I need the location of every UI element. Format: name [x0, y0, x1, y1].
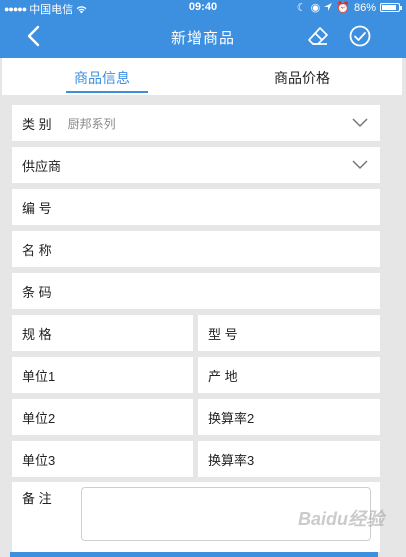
model-label: 型 号: [208, 326, 238, 342]
unit1-label: 单位1: [22, 368, 56, 384]
notes-label: 备 注: [22, 491, 52, 506]
status-right: ☾ ◉ ⏰ 86%: [296, 1, 402, 14]
rate3-label: 换算率3: [208, 452, 255, 468]
spec-field[interactable]: 规 格: [12, 315, 193, 351]
name-field[interactable]: 名 称: [12, 231, 380, 267]
lock-rotation-icon: ◉: [310, 2, 321, 14]
category-label: 类 别: [22, 116, 52, 132]
battery-level: [382, 5, 396, 10]
chevron-down-icon[interactable]: [352, 118, 368, 128]
origin-label: 产 地: [208, 368, 238, 384]
moon-icon: ☾: [296, 2, 307, 14]
product-form: 类 别 厨邦系列 供应商 编 号 名 称 条 码 规 格 型 号 单位1 产 地…: [2, 95, 402, 557]
category-field[interactable]: 类 别 厨邦系列: [12, 105, 380, 141]
unit3-field[interactable]: 单位3: [12, 441, 193, 477]
barcode-field[interactable]: 条 码: [12, 273, 380, 309]
location-icon: [324, 3, 333, 11]
save-button[interactable]: [348, 24, 372, 48]
alarm-icon: ⏰: [336, 2, 350, 14]
page-title: 新增商品: [170, 30, 235, 47]
code-field[interactable]: 编 号: [12, 189, 380, 225]
tab-product-info[interactable]: 商品信息: [2, 58, 202, 95]
tab-product-price[interactable]: 商品价格: [202, 58, 402, 95]
bottom-action-bar[interactable]: [10, 552, 378, 557]
unit2-label: 单位2: [22, 410, 56, 426]
barcode-label: 条 码: [22, 284, 52, 300]
rate2-label: 换算率2: [208, 410, 255, 426]
unit2-field[interactable]: 单位2: [12, 399, 193, 435]
nav-bar: 新增商品: [0, 15, 406, 58]
category-value: 厨邦系列: [67, 116, 116, 131]
watermark-logo: Baidu经验: [297, 509, 384, 529]
clear-button[interactable]: [306, 24, 330, 48]
rate2-field[interactable]: 换算率2: [198, 399, 380, 435]
supplier-field[interactable]: 供应商: [12, 147, 380, 183]
rate3-field[interactable]: 换算率3: [198, 441, 380, 477]
check-circle-icon: [349, 25, 371, 47]
eraser-icon: [308, 27, 328, 45]
unit1-field[interactable]: 单位1: [12, 357, 193, 393]
unit3-label: 单位3: [22, 452, 56, 468]
spec-label: 规 格: [22, 326, 52, 342]
supplier-label: 供应商: [22, 158, 62, 174]
battery-percent: 86%: [353, 1, 376, 14]
tab-bar: 商品信息 商品价格: [2, 58, 402, 95]
status-bar: ●●●●● 中国电信 09:40 ☾ ◉ ⏰ 86%: [0, 0, 406, 16]
model-field[interactable]: 型 号: [198, 315, 380, 351]
origin-field[interactable]: 产 地: [198, 357, 380, 393]
name-label: 名 称: [22, 242, 52, 258]
code-label: 编 号: [22, 200, 52, 216]
chevron-down-icon[interactable]: [352, 160, 368, 170]
battery-icon: [380, 3, 402, 12]
